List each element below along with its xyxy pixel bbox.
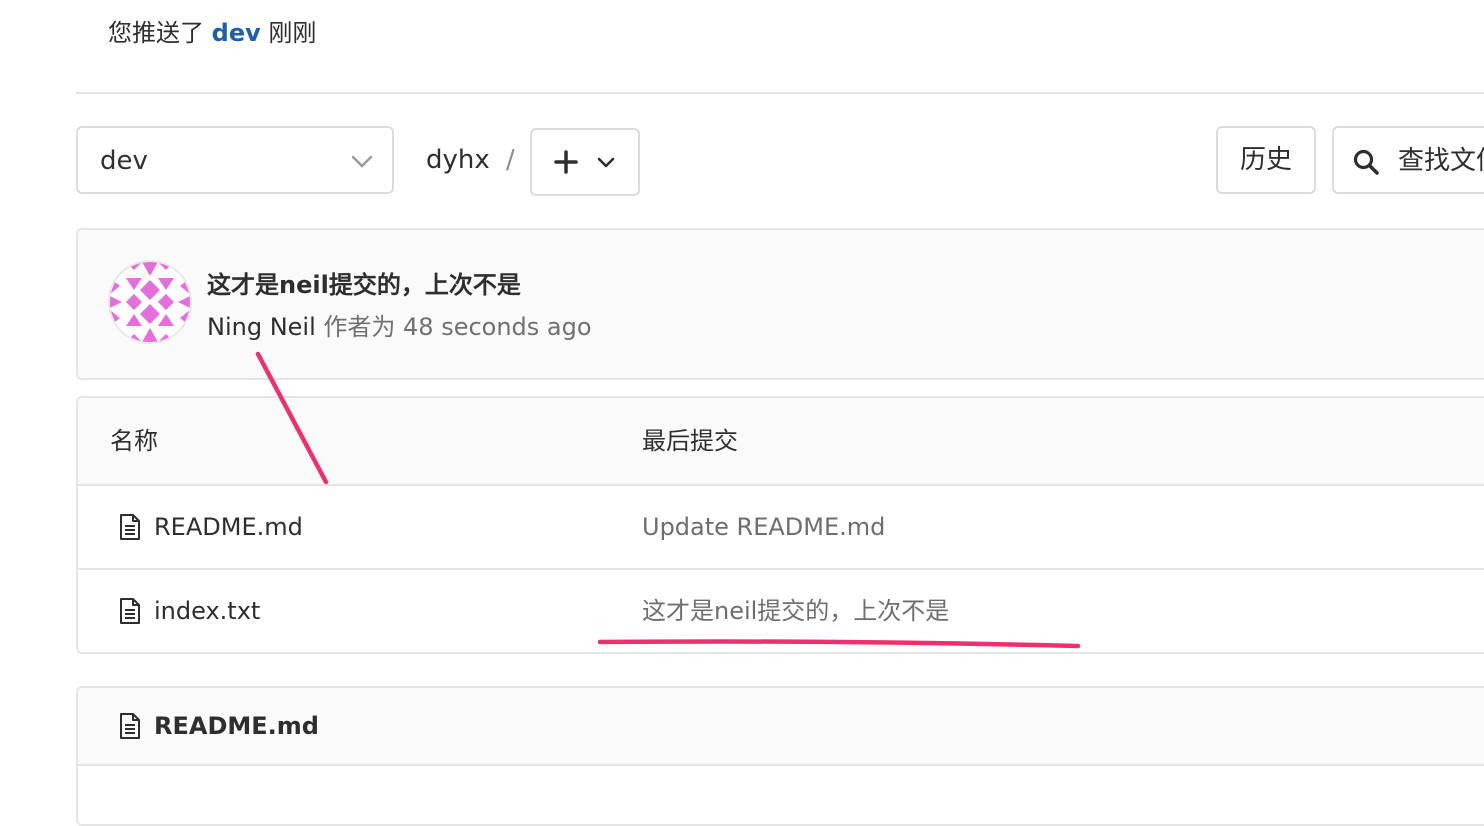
commit-time: 48 seconds ago — [403, 313, 592, 341]
branch-select-dropdown[interactable]: dev — [76, 126, 394, 194]
search-icon — [1353, 149, 1379, 175]
file-name-link[interactable]: README.md — [154, 510, 303, 544]
authored-label: 作者为 — [323, 313, 396, 341]
header-divider — [76, 92, 1484, 94]
readme-title[interactable]: README.md — [154, 709, 319, 743]
find-file-label: 查找文件 — [1398, 146, 1484, 176]
author-avatar[interactable] — [110, 262, 190, 342]
plus-icon — [554, 150, 578, 174]
column-header-name: 名称 — [110, 427, 158, 455]
add-new-dropdown-button[interactable] — [530, 128, 640, 196]
last-commit-message[interactable]: 这才是neil提交的，上次不是 — [207, 268, 521, 302]
file-tree-table: 名称 最后提交 README.md Update README.md index… — [76, 396, 1484, 654]
column-header-last-commit: 最后提交 — [642, 427, 738, 455]
commit-author-link[interactable]: Ning Neil — [207, 313, 316, 341]
file-name-link[interactable]: index.txt — [154, 594, 260, 628]
file-last-commit-link[interactable]: Update README.md — [642, 510, 885, 544]
table-row[interactable]: README.md Update README.md — [78, 486, 1484, 570]
find-file-button[interactable]: 查找文件 — [1332, 126, 1484, 194]
file-last-commit-link[interactable]: 这才是neil提交的，上次不是 — [642, 594, 949, 628]
push-banner-prefix: 您推送了 — [108, 19, 204, 47]
table-header: 名称 最后提交 — [78, 398, 1484, 486]
readme-header: README.md — [78, 688, 1484, 766]
breadcrumb-separator: / — [506, 145, 515, 175]
chevron-down-icon — [597, 157, 615, 168]
chevron-down-icon — [351, 155, 373, 168]
last-commit-meta: Ning Neil 作者为 48 seconds ago — [207, 310, 592, 344]
file-icon — [120, 598, 140, 624]
table-row[interactable]: index.txt 这才是neil提交的，上次不是 — [78, 570, 1484, 652]
identicon-avatar — [110, 262, 190, 342]
last-commit-panel — [76, 228, 1484, 380]
branch-select-value: dev — [100, 146, 148, 176]
push-notification: 您推送了 dev 刚刚 — [108, 16, 316, 50]
readme-panel: README.md — [76, 686, 1484, 826]
breadcrumb-repo-link[interactable]: dyhx — [426, 143, 490, 177]
push-banner-suffix: 刚刚 — [268, 19, 317, 47]
file-icon — [120, 514, 140, 540]
pushed-branch-link[interactable]: dev — [212, 19, 261, 47]
history-button[interactable]: 历史 — [1216, 126, 1316, 194]
file-icon — [120, 713, 140, 739]
